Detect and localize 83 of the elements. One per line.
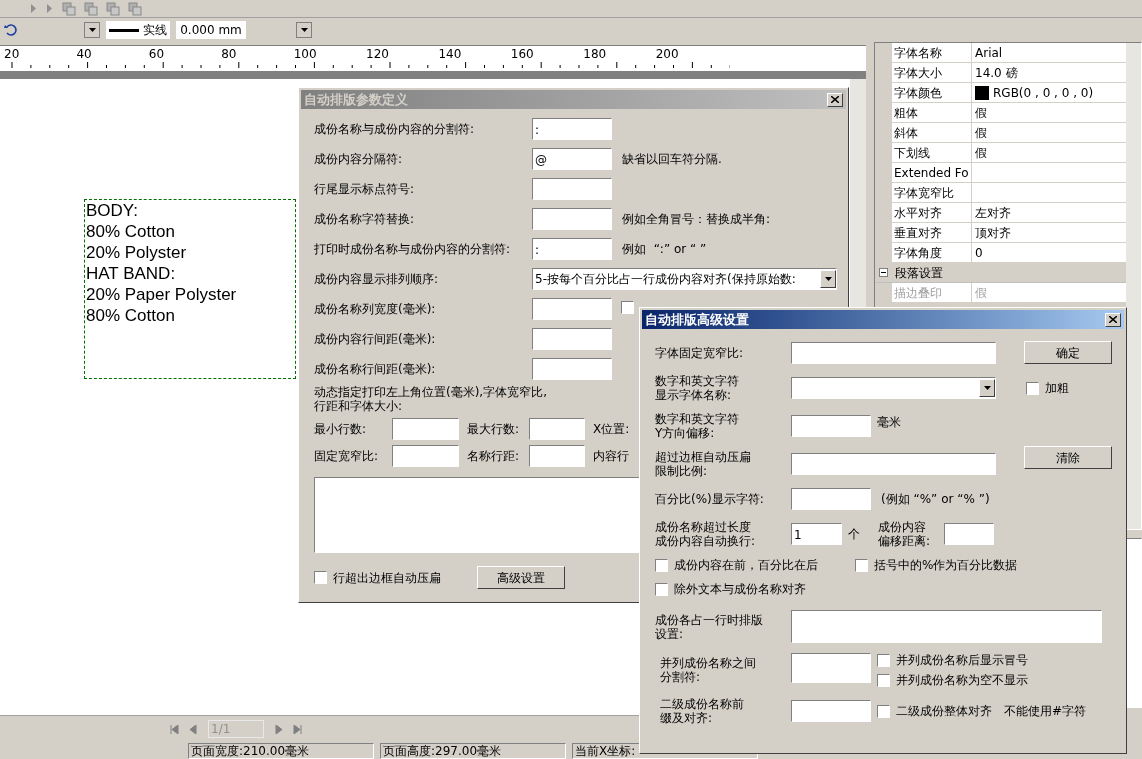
field-label: 除外文本与成份名称对齐 [674,582,806,596]
ruler-label: 180 [583,46,608,62]
field-label: 毫米 [877,415,901,429]
property-name: 斜体 [894,124,918,142]
ruler-label: 160 [510,46,535,62]
field-label: 字体固定宽窄比: [655,345,745,360]
field-label: 成份名称与成份内容的分割符: [314,121,476,136]
field-label: 个 [848,527,860,541]
ruler-label: 40 [76,46,93,62]
field-label: (例如 “%” or “% ”) [881,492,990,506]
property-value: 假 [975,104,987,122]
field-label: 内容行 [593,449,630,463]
property-name: 水平对齐 [894,204,942,222]
status-text: 页面高度:297.00毫米 [380,742,566,759]
canvas-text-line: 80% Cotton [86,305,175,326]
field-label: 最小行数: [314,422,368,436]
hint-text: 缺省以回车符分隔. [622,150,722,168]
field-label: 并列成份名称为空不显示 [896,673,1028,687]
property-value: RGB(0 , 0 , 0 , 0) [993,84,1094,102]
property-name: 下划线 [894,144,930,162]
property-value: 假 [975,144,987,162]
field-label: 行尾显示标点符号: [314,181,416,196]
property-value: 顶对齐 [975,224,1011,242]
property-value: 14.0 磅 [975,64,1018,82]
field-label: 成份名称列宽度(毫米): [314,301,437,316]
ruler-label: 60 [148,46,166,62]
canvas-text-line: 20% Polyster [86,242,187,263]
field-label: 加粗 [1045,381,1069,395]
canvas-text-line: BODY: [86,200,138,221]
field-label: 行超出边框自动压扁 [333,570,441,585]
status-text: 页面宽度:210.00毫米 [188,742,374,759]
field-label: 成份各占一行时排版设置: [655,612,764,641]
field-label: 二级成份名称前缀及对齐: [660,697,745,725]
hint-text: 例如 “:” or “ ” [622,240,707,258]
field-label: 成份内容偏移距离: [878,520,932,548]
dialog-title: 自动排版参数定义 [304,90,408,109]
field-label: 成份名称行间距(毫米): [314,361,437,376]
property-name: 字体角度 [894,244,942,262]
property-value: 假 [975,284,987,302]
field-label: 不能使用#字符 [1004,704,1087,718]
property-value: 0 [975,244,983,262]
field-label: 二级成份整体对齐 [896,704,992,718]
property-name: Extended Fo [894,164,969,182]
ruler-label: 120 [366,46,390,62]
field-label: 并列成份名称之间分割符: [660,656,757,684]
field-label: 成份名称超过长度成份内容自动换行: [655,520,757,548]
canvas-text-line: 20% Paper Polyster [86,284,237,305]
field-label: 成份名称字符替换: [314,211,416,226]
property-name: 字体名称 [894,44,942,62]
ruler-label: 200 [655,46,680,62]
field-label: 超过边框自动压扁限制比例: [655,450,752,478]
property-name: 描边叠印 [894,284,942,302]
field-label: 百分比(%)显示字符: [655,492,765,506]
field-label: 动态指定打印左上角位置(毫米),字体宽窄比, 行距和字体大小: [314,385,547,413]
ruler-label: 100 [293,46,318,62]
property-name: 字体宽窄比 [894,184,954,202]
field-label: 括号中的%作为百分比数据 [874,558,1018,572]
property-value: 左对齐 [975,204,1011,222]
canvas-text-line: 80% Cotton [86,221,175,242]
property-value: Arial [975,44,1003,62]
property-name: 字体大小 [894,64,942,82]
field-label: 数字和英文字符 Y方向偏移: [655,412,740,440]
ruler-label: 140 [438,46,463,62]
field-label: 成份内容在前，百分比在后 [674,558,818,572]
hint-text: 例如全角冒号：替换成半角: [622,210,771,228]
field-label: 固定宽窄比: [314,449,380,463]
field-label: 数字和英文字符显示字体名称: [655,374,740,402]
property-name: 字体颜色 [894,84,942,102]
property-name: 粗体 [894,104,918,122]
field-label: 成份内容行间距(毫米): [314,331,437,346]
property-name: 垂直对齐 [894,224,942,242]
field-label: 最大行数: [467,422,521,436]
ruler-label: 20 [4,46,21,62]
canvas-text-line: HAT BAND: [86,263,176,284]
property-value: 假 [975,124,987,142]
field-label: 并列成份名称后显示冒号 [896,653,1028,667]
field-label: X位置: [593,422,631,436]
dialog-title: 自动排版高级设置 [645,310,749,329]
field-label: 打印时成份名称与成份内容的分割符: [314,241,512,256]
field-label: 成份内容显示排列顺序: [314,271,440,286]
field-label: 名称行距: [467,449,521,463]
ruler-label: 80 [221,46,238,62]
field-label: 成份内容分隔符: [314,151,404,166]
